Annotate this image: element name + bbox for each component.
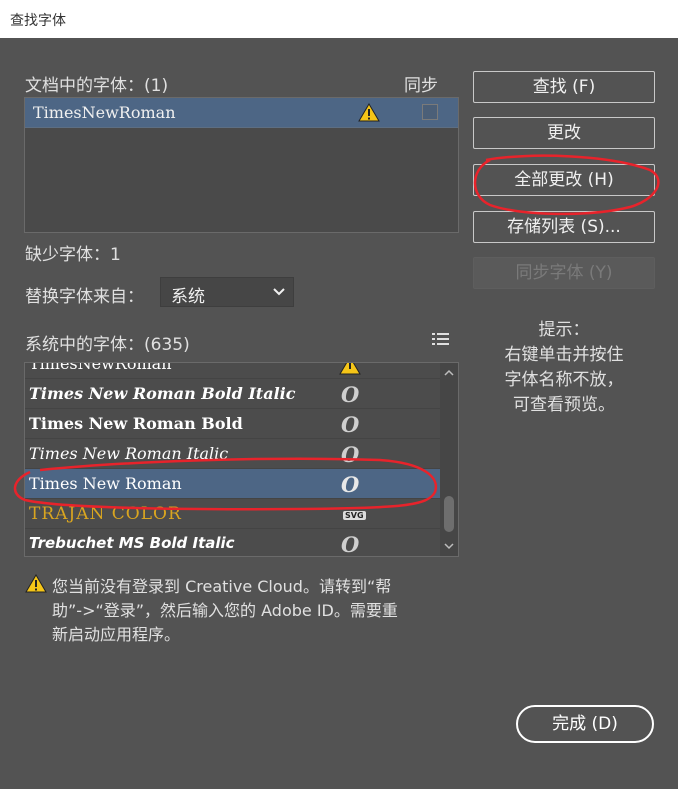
replace-source-value: 系统: [171, 287, 205, 307]
chevron-down-icon: [273, 288, 285, 296]
font-name: Times New Roman Bold: [29, 414, 243, 433]
font-list-item[interactable]: Trebuchet MS Bold Italic O: [25, 529, 440, 557]
system-fonts-label: 系统中的字体：(635): [25, 335, 190, 355]
font-name: Trebuchet MS Bold Italic: [29, 534, 235, 552]
replace-source-select[interactable]: 系统: [160, 277, 294, 307]
system-fonts-list[interactable]: TimesNewRoman Times New Roman Bold Itali…: [24, 362, 459, 557]
font-list-item[interactable]: Times New Roman Italic O: [25, 439, 440, 469]
opentype-icon: O: [341, 412, 360, 437]
change-button[interactable]: 更改: [473, 117, 655, 149]
doc-fonts-label: 文档中的字体：(1): [25, 76, 169, 96]
font-list-scrollbar[interactable]: [440, 363, 458, 556]
font-name: Times New Roman: [29, 474, 182, 493]
sync-column-label: 同步: [404, 76, 438, 96]
done-button[interactable]: 完成 (D): [516, 705, 654, 743]
font-list-item-selected[interactable]: Times New Roman O: [25, 469, 440, 499]
scroll-thumb[interactable]: [444, 496, 454, 532]
svg-font-icon: SVG: [343, 511, 366, 520]
find-button[interactable]: 查找 (F): [473, 71, 655, 103]
font-name: Times New Roman Bold Italic: [29, 384, 296, 403]
font-name: TRAJAN COLOR: [29, 504, 182, 524]
doc-font-name: TimesNewRoman: [33, 103, 176, 122]
sync-fonts-button[interactable]: 同步字体 (Y): [473, 257, 655, 289]
font-name: Times New Roman Italic: [29, 444, 229, 463]
window-titlebar: 查找字体: [0, 0, 678, 38]
tip-line-1: 右键单击并按住: [504, 345, 624, 365]
doc-fonts-list[interactable]: TimesNewRoman: [24, 97, 459, 233]
scroll-down-icon[interactable]: [444, 543, 454, 550]
warning-icon: [339, 363, 361, 375]
font-list-item[interactable]: Times New Roman Bold Italic O: [25, 379, 440, 409]
sync-checkbox[interactable]: [422, 104, 438, 120]
font-list-item[interactable]: TimesNewRoman: [25, 362, 440, 379]
opentype-icon: O: [341, 442, 360, 467]
missing-font-warning-icon: [358, 103, 380, 122]
scroll-up-icon[interactable]: [444, 369, 454, 376]
font-list-item[interactable]: Times New Roman Bold O: [25, 409, 440, 439]
opentype-icon: O: [341, 532, 360, 557]
signin-warning-line-1: 您当前没有登录到 Creative Cloud。请转到“帮: [52, 577, 392, 596]
tip-line-2: 字体名称不放，: [504, 370, 624, 390]
signin-warning-line-3: 新启动应用程序。: [52, 625, 181, 644]
warning-icon: [25, 574, 47, 593]
tip-title: 提示：: [538, 320, 590, 340]
replace-from-label: 替换字体来自：: [25, 287, 144, 307]
opentype-icon: O: [341, 472, 360, 497]
change-all-button[interactable]: 全部更改 (H): [473, 164, 655, 196]
missing-fonts-label: 缺少字体：1: [25, 245, 121, 265]
font-name: TimesNewRoman: [29, 362, 172, 373]
list-menu-icon[interactable]: [432, 332, 449, 346]
window-title: 查找字体: [10, 13, 66, 29]
opentype-icon: O: [341, 382, 360, 407]
signin-warning-line-2: 助”->“登录”，然后输入您的 Adobe ID。需要重: [52, 601, 398, 620]
save-list-button[interactable]: 存储列表 (S)...: [473, 211, 655, 243]
font-list-item[interactable]: TRAJAN COLOR SVG: [25, 499, 440, 529]
doc-font-row[interactable]: TimesNewRoman: [25, 98, 458, 128]
tip-line-3: 可查看预览。: [513, 395, 615, 415]
